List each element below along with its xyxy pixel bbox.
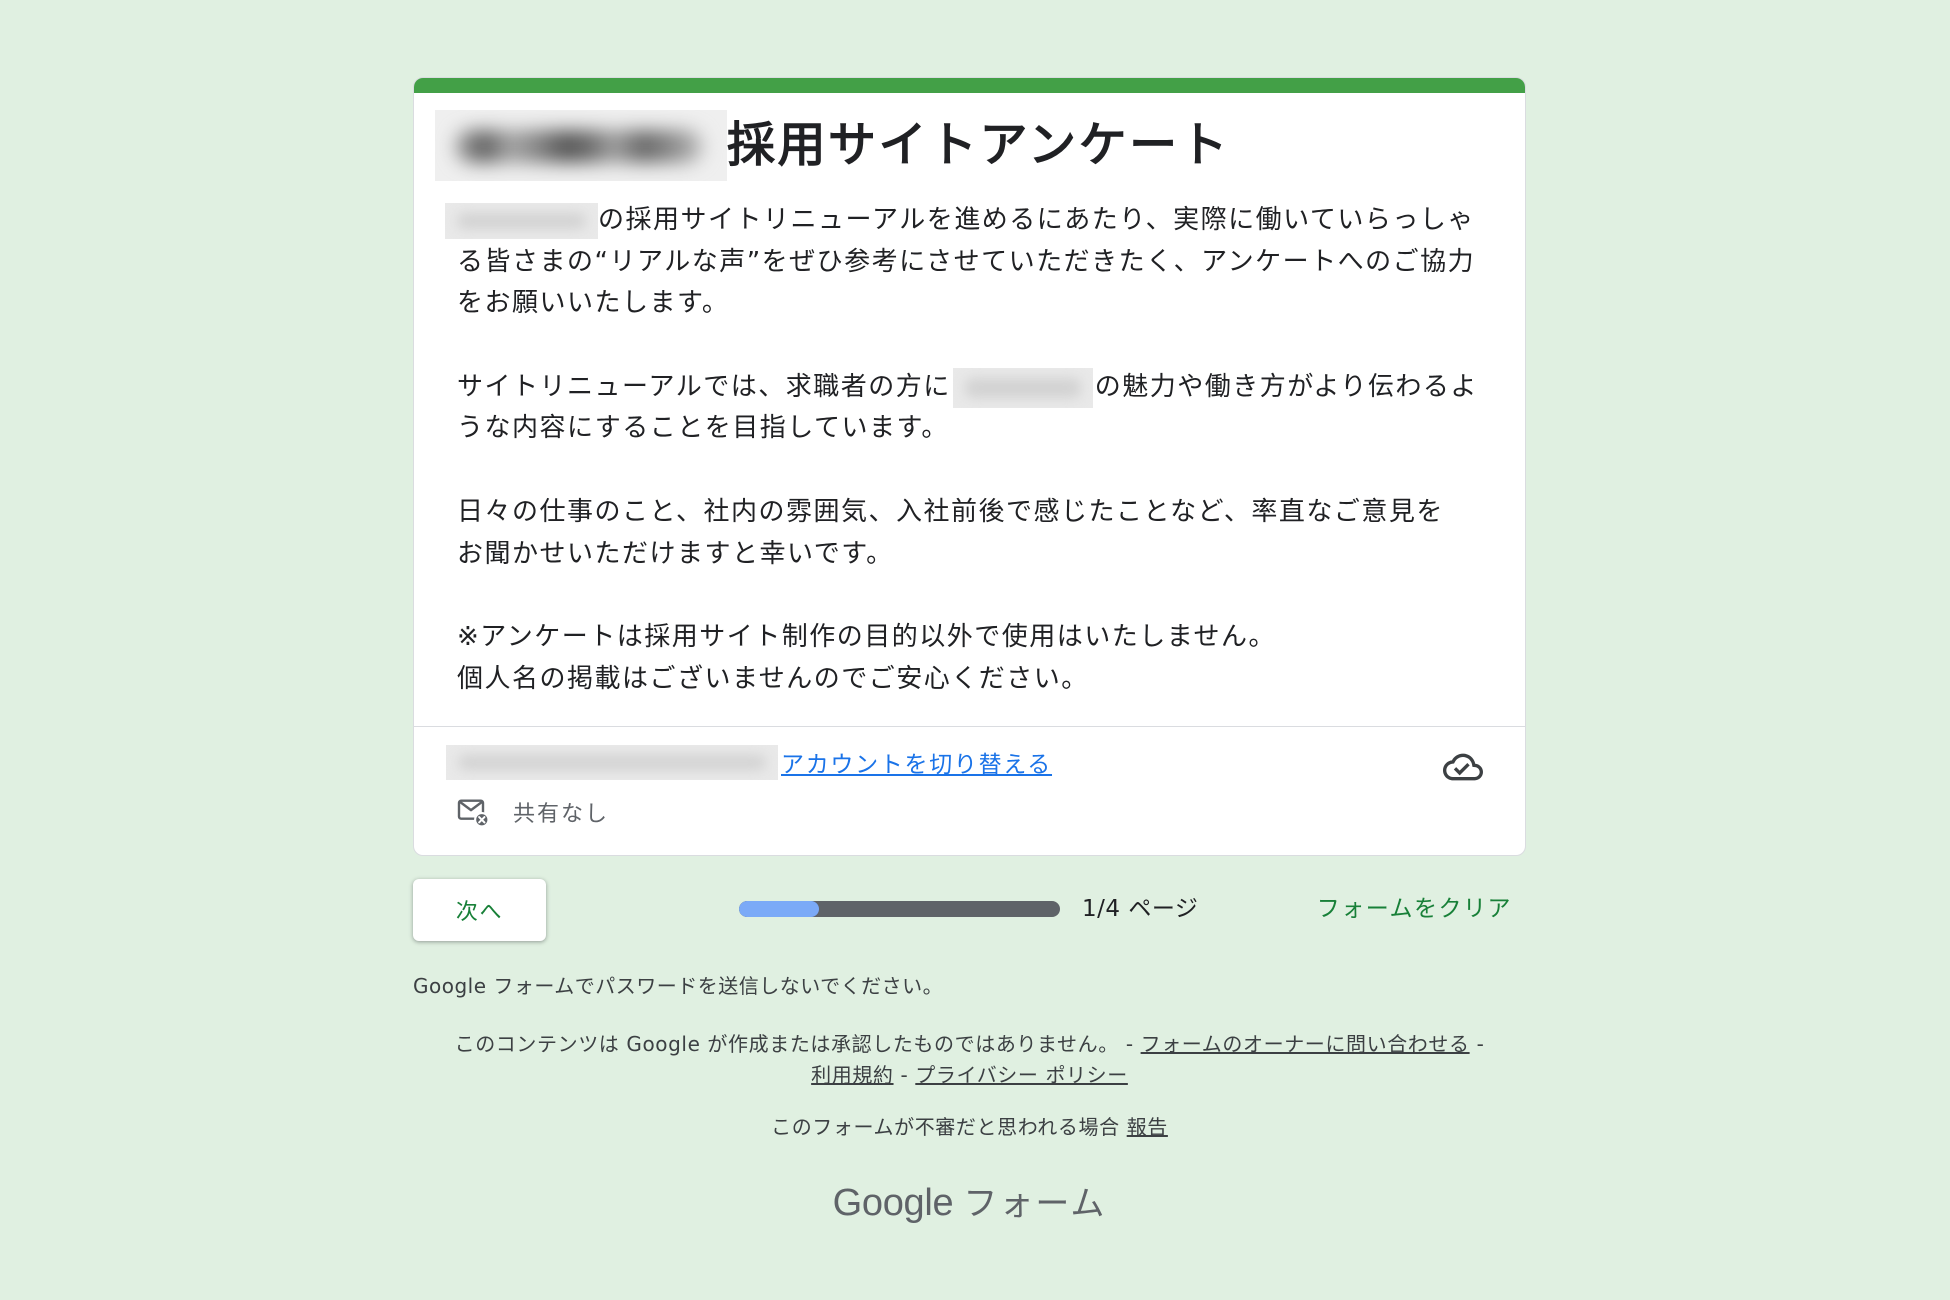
link-separator: - — [1125, 1032, 1134, 1056]
description-line: 日々の仕事のこと、社内の雰囲気、入社前後で感じたことなど、率直なご意見を — [457, 492, 1478, 534]
description-text: お聞かせいただけますと幸いです。 — [457, 538, 894, 569]
cloud-done-icon — [1443, 753, 1483, 781]
contact-owner-link[interactable]: フォームのオーナーに問い合わせる — [1141, 1032, 1470, 1056]
description-text: サイトリニューアルでは、求職者の方に — [457, 371, 951, 402]
logo-google-text: Google — [832, 1182, 954, 1224]
description-line: をお願いいたします。 — [457, 283, 1478, 325]
mail-off-icon — [457, 799, 489, 828]
description-line: お聞かせいただけますと幸いです。 — [457, 534, 1478, 576]
redacted-company-name — [435, 110, 727, 181]
description-text: 日々の仕事のこと、社内の雰囲気、入社前後で感じたことなど、率直なご意見を — [457, 496, 1444, 527]
abuse-report-line: このフォームが不審だと思われる場合 報告 — [413, 1112, 1526, 1143]
form-title: 採用サイトアンケート — [727, 117, 1231, 173]
description-line: の採用サイトリニューアルを進めるにあたり、実際に働いていらっしゃ — [445, 200, 1478, 242]
description-text: 個人名の掲載はございませんのでご安心ください。 — [457, 663, 1089, 694]
disclaimer-block: このコンテンツは Google が作成または承認したものではありません。 - フ… — [413, 1029, 1526, 1091]
link-separator: - — [1476, 1032, 1485, 1056]
description-line: サイトリニューアルでは、求職者の方に の魅力や働き方がより伝わるよ — [457, 367, 1478, 409]
email-not-shared-label: 共有なし — [513, 802, 610, 827]
description-line: 個人名の掲載はございませんのでご安心ください。 — [457, 659, 1478, 701]
google-forms-logo[interactable]: Google フォーム — [413, 1178, 1526, 1228]
account-row: アカウントを切り替える — [446, 742, 1052, 782]
password-warning: Google フォームでパスワードを送信しないでください。 — [413, 974, 944, 998]
form-page: 採用サイトアンケート の採用サイトリニューアルを進めるにあたり、実際に働いていら… — [0, 0, 1950, 1300]
terms-link[interactable]: 利用規約 — [811, 1063, 893, 1087]
description-line: ※アンケートは採用サイト制作の目的以外で使用はいたしません。 — [457, 617, 1478, 659]
description-line: る皆さまの“リアルな声”をぜひ参考にさせていただきたく、アンケートへのご協力 — [457, 242, 1478, 284]
form-header-card: 採用サイトアンケート の採用サイトリニューアルを進めるにあたり、実際に働いていら… — [413, 77, 1526, 856]
description-text: うな内容にすることを目指しています。 — [457, 413, 949, 444]
description-text: の採用サイトリニューアルを進めるにあたり、実際に働いていらっしゃ — [598, 205, 1475, 235]
section-divider — [414, 726, 1525, 727]
redacted-company-name — [445, 202, 598, 239]
logo-product-text: フォーム — [963, 1184, 1107, 1224]
description-text: る皆さまの“リアルな声”をぜひ参考にさせていただきたく、アンケートへのご協力 — [457, 246, 1476, 277]
disclaimer-text: このコンテンツは Google が作成または承認したものではありません。 — [454, 1032, 1119, 1056]
redacted-company-name — [952, 367, 1093, 408]
theme-accent-bar — [414, 78, 1525, 93]
page-indicator: 1/4 ページ — [1082, 896, 1199, 922]
abuse-report-prompt: このフォームが不審だと思われる場合 — [771, 1115, 1120, 1139]
redacted-account-email — [446, 744, 778, 780]
next-button[interactable]: 次へ — [413, 879, 546, 941]
email-sharing-row: 共有なし — [457, 796, 609, 828]
progress-bar-fill — [739, 901, 820, 917]
description-text: の魅力や働き方がより伝わるよ — [1094, 371, 1478, 402]
progress-bar — [739, 901, 1060, 917]
description-text: ※アンケートは採用サイト制作の目的以外で使用はいたしません。 — [457, 621, 1276, 652]
description-text: をお願いいたします。 — [457, 288, 730, 319]
clear-form-button[interactable]: フォームをクリア — [1317, 893, 1512, 925]
privacy-policy-link[interactable]: プライバシー ポリシー — [915, 1063, 1128, 1087]
switch-account-link[interactable]: アカウントを切り替える — [781, 745, 1052, 779]
link-separator: - — [900, 1063, 909, 1087]
form-description: の採用サイトリニューアルを進めるにあたり、実際に働いていらっしゃ る皆さまの“リ… — [445, 200, 1478, 701]
report-link[interactable]: 報告 — [1127, 1115, 1168, 1139]
description-line: うな内容にすることを目指しています。 — [457, 408, 1478, 450]
form-title-row: 採用サイトアンケート — [435, 110, 1230, 181]
